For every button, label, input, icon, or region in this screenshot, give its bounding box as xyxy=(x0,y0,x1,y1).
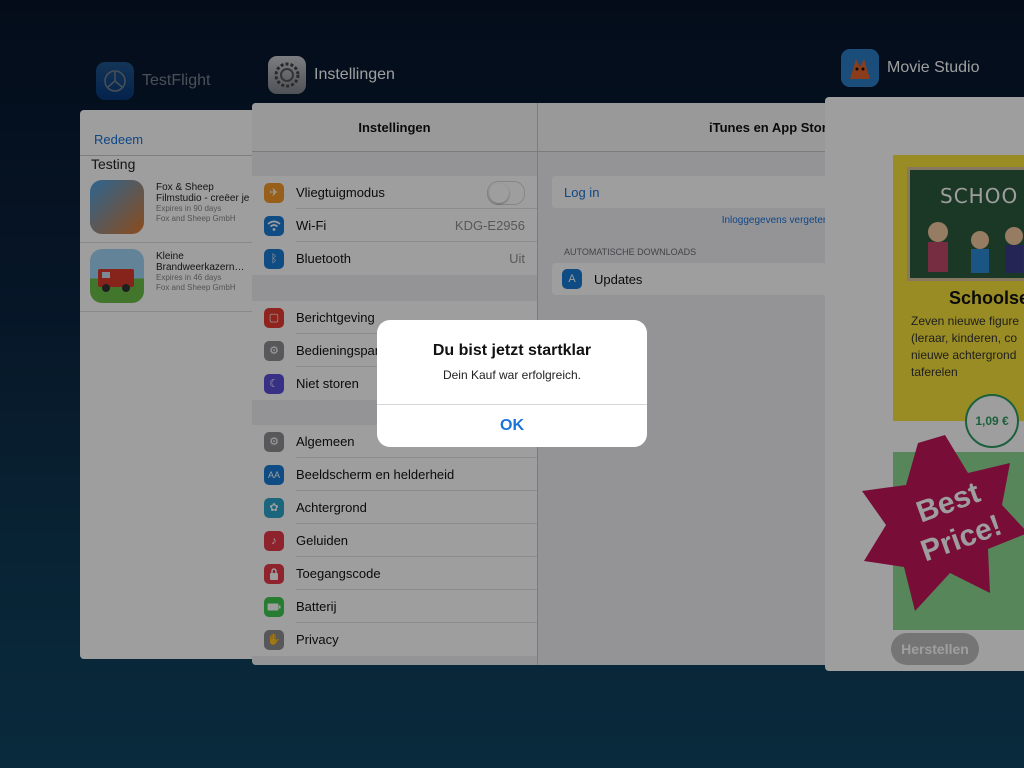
purchase-alert-dialog: Du bist jetzt startklar Dein Kauf war er… xyxy=(377,320,647,447)
alert-message: Dein Kauf war erfolgreich. xyxy=(442,368,582,382)
alert-title: Du bist jetzt startklar xyxy=(432,342,592,359)
ok-button[interactable]: OK xyxy=(377,405,647,447)
